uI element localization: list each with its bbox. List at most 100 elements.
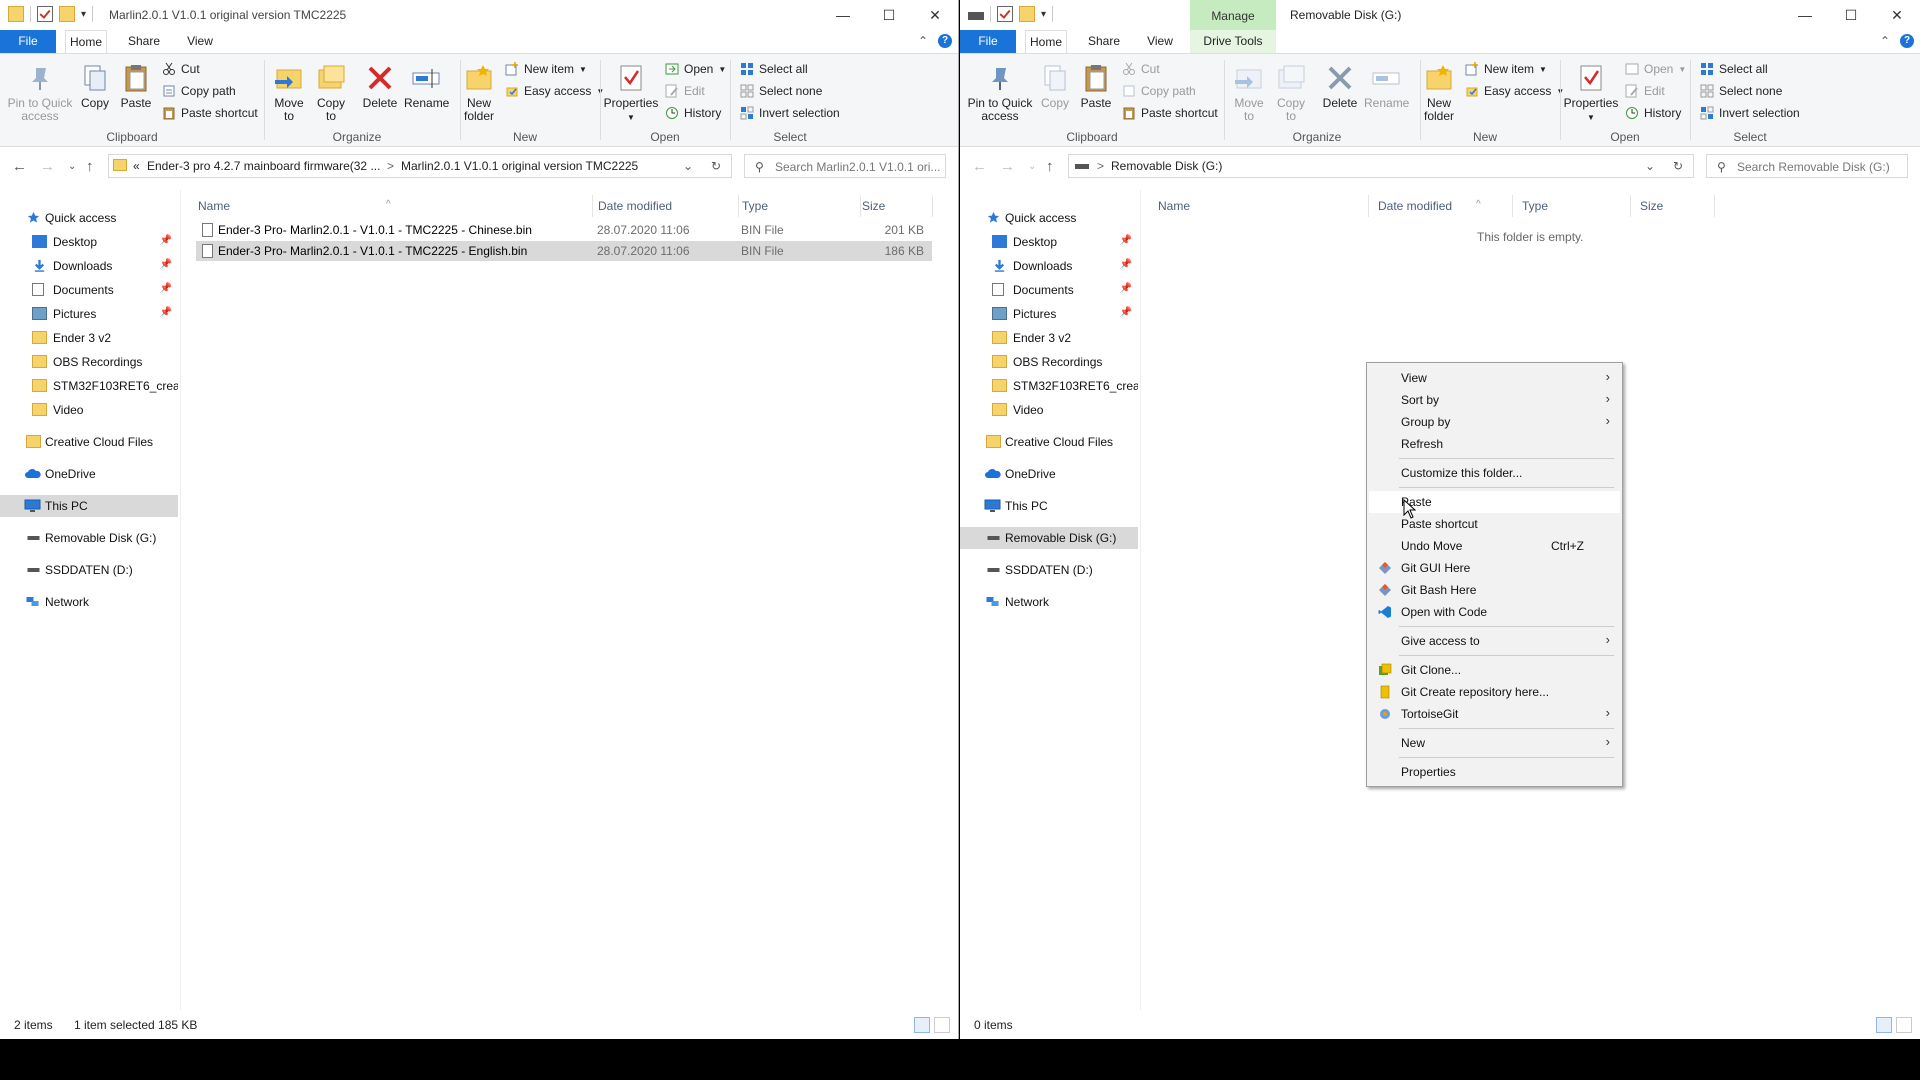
pin-icon[interactable]: 📌 <box>1120 259 1132 270</box>
pin-icon[interactable]: 📌 <box>160 235 172 246</box>
tab-view[interactable]: View <box>182 30 218 53</box>
nav-removable-disk[interactable]: Removable Disk (G:) <box>0 527 178 549</box>
pin-quick-access-button[interactable]: Pin to Quick access <box>6 62 74 123</box>
new-item-button[interactable]: New item ▼ <box>505 62 587 76</box>
search-box[interactable]: ⚲ Search Removable Disk (G:) <box>1706 154 1908 178</box>
nav-ender-3-v2[interactable]: Ender 3 v2 <box>0 327 178 349</box>
copy-to-button[interactable]: Copy to <box>1272 62 1310 123</box>
pin-icon[interactable]: 📌 <box>160 283 172 294</box>
menu-item-customize-folder[interactable]: Customize this folder... <box>1369 462 1620 484</box>
minimize-button[interactable]: — <box>820 0 866 30</box>
paste-button[interactable]: Paste <box>1078 62 1114 110</box>
large-icons-view-icon[interactable] <box>934 1017 950 1033</box>
column-size[interactable]: Size <box>862 199 885 213</box>
nav-desktop[interactable]: Desktop 📌 <box>0 231 178 253</box>
menu-item-git-clone[interactable]: Git Clone... <box>1369 659 1620 681</box>
nav-creative-cloud[interactable]: Creative Cloud Files <box>0 431 178 453</box>
tab-home[interactable]: Home <box>1025 30 1067 53</box>
menu-item-git-gui[interactable]: Git GUI Here <box>1369 557 1620 579</box>
details-view-icon[interactable] <box>1876 1017 1892 1033</box>
paste-button[interactable]: Paste <box>118 62 154 110</box>
nav-network[interactable]: Network <box>960 591 1138 613</box>
customize-toolbar-icon[interactable]: ▾ <box>81 9 86 20</box>
delete-button[interactable]: Delete <box>358 62 402 110</box>
properties-icon[interactable] <box>997 6 1013 22</box>
back-button[interactable]: ← <box>972 158 987 175</box>
recent-locations-button[interactable]: ⌄ <box>68 161 76 172</box>
rename-button[interactable]: Rename <box>404 62 449 110</box>
properties-button[interactable]: Properties ▼ <box>603 62 659 124</box>
column-type[interactable]: Type <box>1522 199 1548 213</box>
column-date-modified[interactable]: Date modified <box>1378 199 1452 213</box>
nav-this-pc[interactable]: This PC <box>960 495 1138 517</box>
up-button[interactable]: ↑ <box>1046 158 1054 175</box>
column-divider[interactable] <box>1630 195 1631 217</box>
nav-removable-disk[interactable]: Removable Disk (G:) <box>960 527 1138 549</box>
copy-path-button[interactable]: Copy path <box>1122 84 1196 98</box>
address-bar[interactable]: « Ender-3 pro 4.2.7 mainboard firmware(3… <box>108 154 732 178</box>
edit-button[interactable]: Edit <box>665 84 705 98</box>
forward-button[interactable]: → <box>1000 158 1015 175</box>
column-size[interactable]: Size <box>1640 199 1663 213</box>
pin-icon[interactable]: 📌 <box>160 307 172 318</box>
tab-share[interactable]: Share <box>124 30 164 53</box>
breadcrumb-current[interactable]: Removable Disk (G:) <box>1111 159 1222 173</box>
invert-selection-button[interactable]: Invert selection <box>1700 106 1800 120</box>
column-date-modified[interactable]: Date modified <box>598 199 672 213</box>
details-view-icon[interactable] <box>914 1017 930 1033</box>
new-item-button[interactable]: New item ▼ <box>1465 62 1547 76</box>
pane-divider[interactable] <box>180 190 181 1010</box>
close-button[interactable]: ✕ <box>1874 0 1920 30</box>
menu-item-undo-move[interactable]: Undo Move Ctrl+Z <box>1369 535 1620 557</box>
cut-button[interactable]: Cut <box>162 62 200 76</box>
properties-button[interactable]: Properties ▼ <box>1563 62 1619 124</box>
open-button[interactable]: Open ▼ <box>1625 62 1686 76</box>
nav-documents[interactable]: Documents 📌 <box>0 279 178 301</box>
nav-creative-cloud[interactable]: Creative Cloud Files <box>960 431 1138 453</box>
nav-ssddaten[interactable]: SSDDATEN (D:) <box>960 559 1138 581</box>
menu-item-open-with-code[interactable]: Open with Code <box>1369 601 1620 623</box>
tab-manage[interactable]: Manage <box>1190 0 1276 30</box>
menu-item-tortoisegit[interactable]: TortoiseGit › <box>1369 703 1620 725</box>
paste-shortcut-button[interactable]: Paste shortcut <box>162 106 258 120</box>
tab-file[interactable]: File <box>960 30 1016 53</box>
help-icon[interactable]: ? <box>938 34 952 48</box>
nav-pictures[interactable]: Pictures 📌 <box>960 303 1138 325</box>
easy-access-button[interactable]: Easy access▼ <box>505 84 604 98</box>
tab-view[interactable]: View <box>1142 30 1178 53</box>
up-button[interactable]: ↑ <box>86 158 94 175</box>
nav-video[interactable]: Video <box>960 399 1138 421</box>
cut-button[interactable]: Cut <box>1122 62 1160 76</box>
pin-icon[interactable]: 📌 <box>1120 283 1132 294</box>
nav-onedrive[interactable]: OneDrive <box>960 463 1138 485</box>
nav-obs-recordings[interactable]: OBS Recordings <box>0 351 178 373</box>
forward-button[interactable]: → <box>40 158 55 175</box>
breadcrumb-parent[interactable]: Ender-3 pro 4.2.7 mainboard firmware(32 … <box>147 159 380 173</box>
tab-drive-tools[interactable]: Drive Tools <box>1190 30 1276 53</box>
address-dropdown-icon[interactable]: ⌄ <box>683 159 693 173</box>
move-to-button[interactable]: Move to <box>1230 62 1268 123</box>
column-divider[interactable] <box>1512 195 1513 217</box>
breadcrumb-current[interactable]: Marlin2.0.1 V1.0.1 original version TMC2… <box>401 159 638 173</box>
menu-item-refresh[interactable]: Refresh <box>1369 433 1620 455</box>
tab-file[interactable]: File <box>0 30 56 53</box>
properties-icon[interactable] <box>37 6 53 22</box>
nav-ender-3-v2[interactable]: Ender 3 v2 <box>960 327 1138 349</box>
column-divider[interactable] <box>592 195 593 217</box>
column-type[interactable]: Type <box>742 199 768 213</box>
pin-icon[interactable]: 📌 <box>1120 307 1132 318</box>
collapse-ribbon-icon[interactable]: ⌃ <box>1880 34 1890 48</box>
menu-item-sort-by[interactable]: Sort by › <box>1369 389 1620 411</box>
nav-this-pc[interactable]: This PC <box>0 495 178 517</box>
menu-item-give-access[interactable]: Give access to › <box>1369 630 1620 652</box>
menu-item-git-create-repo[interactable]: Git Create repository here... <box>1369 681 1620 703</box>
pin-quick-access-button[interactable]: Pin to Quick access <box>966 62 1034 123</box>
nav-stm32[interactable]: STM32F103RET6_creality <box>0 375 178 397</box>
close-button[interactable]: ✕ <box>912 0 958 30</box>
menu-item-group-by[interactable]: Group by › <box>1369 411 1620 433</box>
menu-item-git-bash[interactable]: Git Bash Here <box>1369 579 1620 601</box>
new-folder-button[interactable]: New folder <box>460 62 498 123</box>
nav-quick-access[interactable]: Quick access <box>0 207 178 229</box>
open-button[interactable]: Open ▼ <box>665 62 726 76</box>
refresh-icon[interactable]: ↻ <box>1673 159 1683 173</box>
